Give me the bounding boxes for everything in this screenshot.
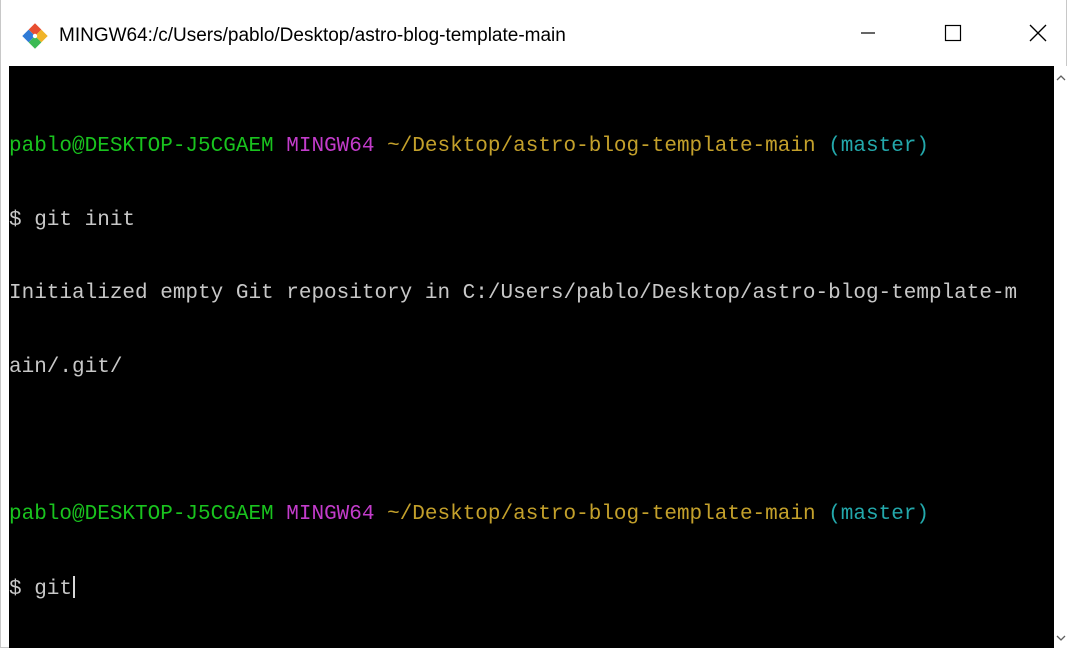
prompt-line-1: pablo@DESKTOP-J5CGAEM MINGW64 ~/Desktop/… [9,135,1017,160]
text-cursor [73,576,76,598]
output-line-2: ain/.git/ [9,355,123,379]
current-input: $ git [9,578,73,601]
maximize-icon [944,24,962,42]
prompt-env: MINGW64 [286,135,375,158]
prompt-line-2: pablo@DESKTOP-J5CGAEM MINGW64 ~/Desktop/… [9,503,1017,528]
prompt-env: MINGW64 [286,502,375,526]
close-icon [1029,24,1047,42]
output-line-1: Initialized empty Git repository in C:/U… [9,282,1018,305]
window-title: MINGW64:/c/Users/pablo/Desktop/astro-blo… [59,25,566,46]
prompt-path: ~/Desktop/astro-blog-template-main [387,135,816,158]
close-button[interactable] [1009,0,1067,66]
title-bar[interactable]: MINGW64:/c/Users/pablo/Desktop/astro-blo… [1,0,1066,66]
minimize-icon [861,32,875,34]
terminal-output-area[interactable]: pablo@DESKTOP-J5CGAEM MINGW64 ~/Desktop/… [9,66,1054,648]
input-line[interactable]: $ git [9,576,1017,601]
scroll-down-icon[interactable] [1056,634,1066,642]
prompt-path: ~/Desktop/astro-blog-template-main [387,502,816,526]
minimize-button[interactable] [839,0,897,66]
prompt-user-host: pablo@DESKTOP-J5CGAEM [9,502,274,526]
terminal-window: MINGW64:/c/Users/pablo/Desktop/astro-blo… [0,0,1067,648]
prompt-branch: (master) [828,502,930,526]
maximize-button[interactable] [924,0,982,66]
command-line-1: $ git init [9,208,136,232]
prompt-user-host: pablo@DESKTOP-J5CGAEM [9,135,274,158]
scroll-up-icon[interactable] [1056,74,1066,82]
vertical-scrollbar[interactable] [1054,66,1067,648]
prompt-branch: (master) [828,135,930,158]
git-icon [22,23,48,49]
